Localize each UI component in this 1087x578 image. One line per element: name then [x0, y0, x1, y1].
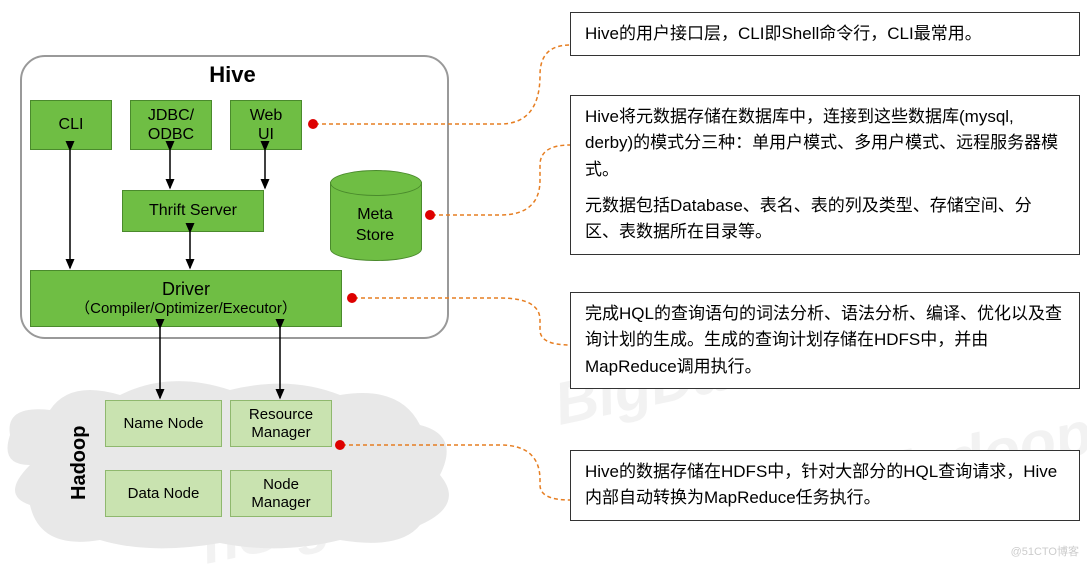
description-hadoop: Hive的数据存储在HDFS中，针对大部分的HQL查询请求，Hive内部自动转换…: [570, 450, 1080, 521]
connector-dot: [335, 440, 345, 450]
webui-component: Web UI: [230, 100, 302, 150]
driver-component: Driver （Compiler/Optimizer/Executor）: [30, 270, 342, 327]
thrift-server-component: Thrift Server: [122, 190, 264, 232]
driver-label: Driver: [75, 279, 297, 301]
resource-manager-component: Resource Manager: [230, 400, 332, 447]
namenode-component: Name Node: [105, 400, 222, 447]
connector-dot: [347, 293, 357, 303]
driver-sublabel: （Compiler/Optimizer/Executor）: [75, 300, 297, 318]
jdbc-odbc-component: JDBC/ ODBC: [130, 100, 212, 150]
metastore-component: Meta Store: [330, 170, 420, 260]
description-driver: 完成HQL的查询语句的词法分析、语法分析、编译、优化以及查询计划的生成。生成的查…: [570, 292, 1080, 389]
datanode-component: Data Node: [105, 470, 222, 517]
hive-title: Hive: [20, 62, 445, 88]
description-ui-layer: Hive的用户接口层，CLI即Shell命令行，CLI最常用。: [570, 12, 1080, 56]
cli-component: CLI: [30, 100, 112, 150]
node-manager-component: Node Manager: [230, 470, 332, 517]
hadoop-label: Hadoop: [68, 380, 91, 500]
connector-dot: [425, 210, 435, 220]
blog-watermark: @51CTO博客: [1011, 543, 1079, 559]
connector-dot: [308, 119, 318, 129]
description-metastore: Hive将元数据存储在数据库中，连接到这些数据库(mysql, derby)的模…: [570, 95, 1080, 255]
metastore-label: Meta Store: [330, 205, 420, 247]
